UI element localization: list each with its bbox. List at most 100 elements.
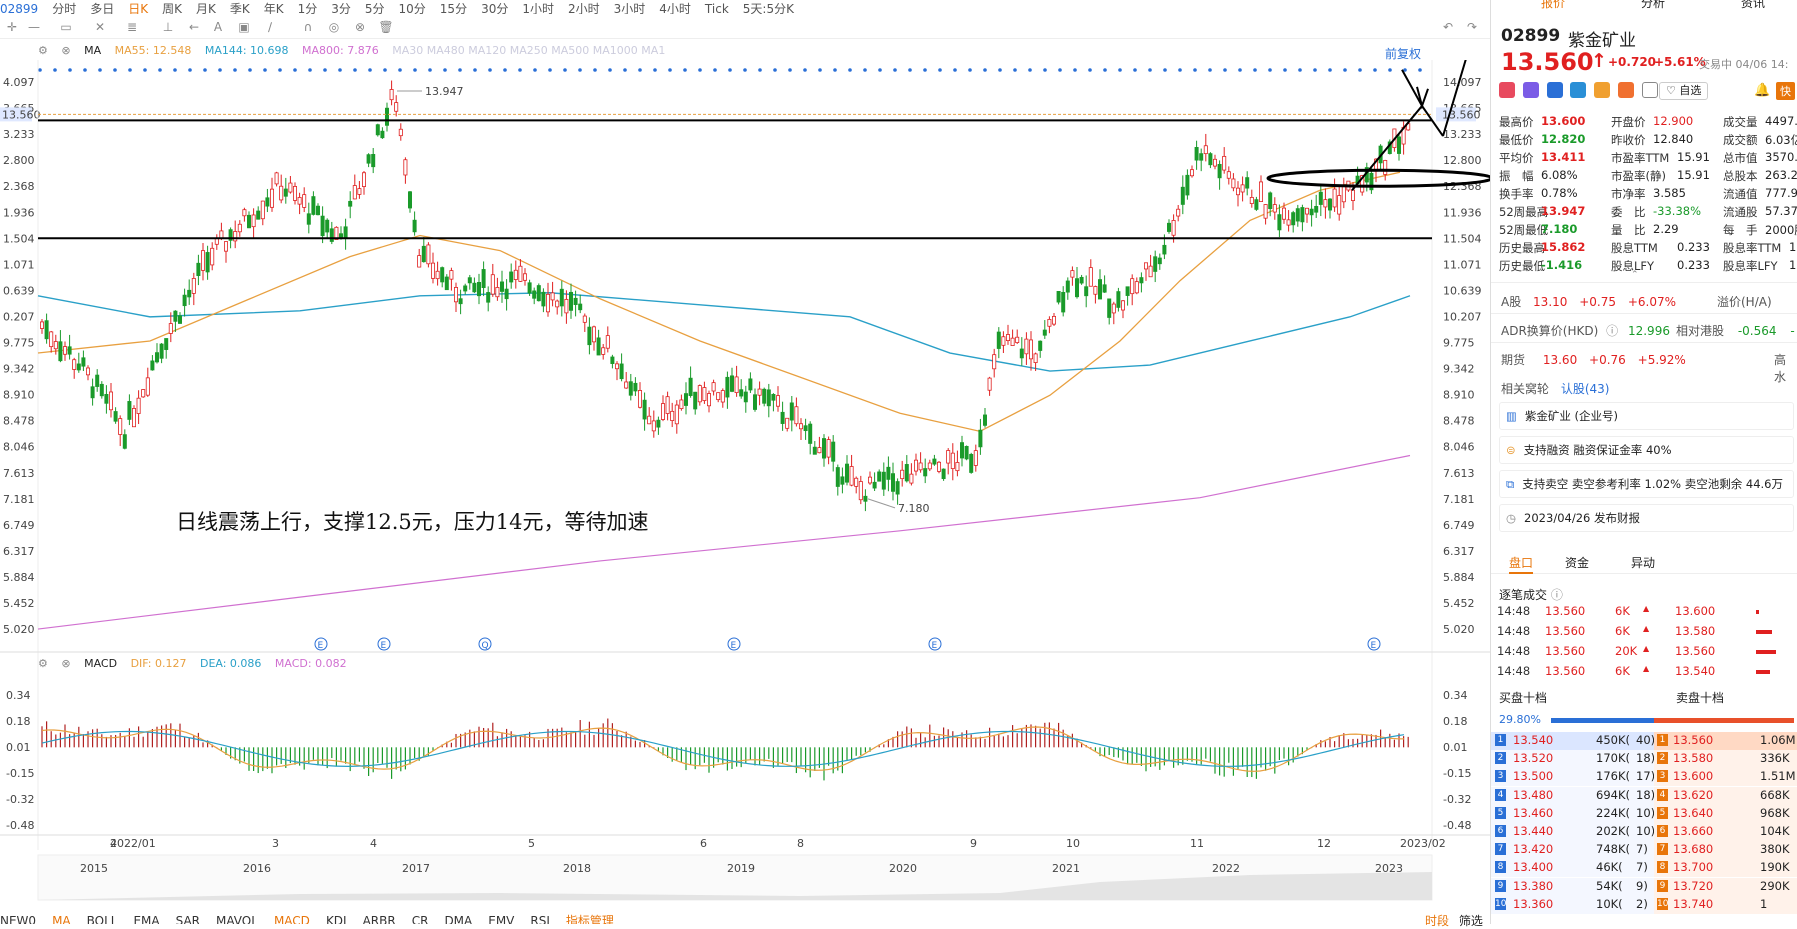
arrow-left-icon[interactable]: ← [186,19,202,35]
settings-icon[interactable]: ⚙ [38,44,48,57]
doc-icon[interactable] [1641,82,1658,98]
period-tab[interactable]: 1分 [298,2,318,14]
period-tab[interactable]: 30分 [481,2,508,14]
indicator-tab[interactable]: MACD [274,914,310,924]
indicator-tab[interactable]: SAR [176,914,200,924]
period-tab[interactable]: 2小时 [568,2,600,14]
period-tab[interactable]: 多日 [90,2,114,14]
lock-icon[interactable]: ⊗ [352,19,368,35]
period-tab[interactable]: 3分 [331,2,351,14]
period-tab[interactable]: 分时 [52,2,76,14]
period-tab[interactable]: 15分 [440,2,467,14]
eye-icon[interactable]: ◎ [326,19,342,35]
subtab-anomaly[interactable]: 异动 [1631,554,1655,571]
fast-trade-button[interactable]: 快 [1776,82,1795,100]
close-icon[interactable]: ⊗ [61,44,70,57]
rect-tool-icon[interactable]: ▭ [58,19,74,35]
futures-row[interactable]: 期货 13.60 +0.76 +5.92% [1501,351,1686,368]
tab-analysis[interactable]: 分析 [1641,0,1665,11]
indicator-tab[interactable]: BOLL [87,914,118,924]
comment-icon[interactable]: ▣ [236,19,252,35]
book-row[interactable]: 3 13.500 176K(17) 3 13.600 1.51M [1491,768,1797,787]
line-tool-icon[interactable]: — [26,19,42,35]
alert-icon[interactable] [1594,82,1611,98]
consolidation-ellipse[interactable] [1266,168,1490,188]
compare-icon[interactable] [1546,82,1563,98]
candle-body [210,247,215,266]
info-item[interactable]: ⊜ 支持融资 融资保证金率 40% [1499,436,1794,464]
period-tab[interactable]: Tick [705,2,729,14]
watchlist-button[interactable]: ♡ 自选 [1659,82,1709,100]
candle-body [1226,171,1231,179]
book-row[interactable]: 1 13.540 450K(40) 1 13.560 1.06M [1491,732,1797,750]
indicator-tab[interactable]: EMV [488,914,514,924]
indicator-tab[interactable]: 指标管理 [566,914,614,924]
ma-label[interactable]: MA [84,44,101,57]
related-warrant-link[interactable]: 认股(43) [1561,382,1610,396]
tab-news[interactable]: 资讯 [1741,0,1765,11]
period-tab[interactable]: 季K [230,2,250,14]
period-tab[interactable]: 周K [162,2,182,14]
ai-icon[interactable] [1522,82,1539,98]
bell-icon[interactable]: 🔔 [1754,83,1770,98]
book-row[interactable]: 6 13.440 202K(10) 6 13.660 104K [1491,823,1797,841]
indicator-tab[interactable]: EMA [133,914,159,924]
period-tab[interactable]: 日K [128,2,148,14]
pencil-icon[interactable]: ∕ [262,19,278,35]
flower-icon[interactable] [1499,82,1515,98]
period-tab[interactable]: 1小时 [522,2,554,14]
measure-icon[interactable]: ⊥ [160,19,176,35]
book-row[interactable]: 10 13.360 10K(2) 10 13.740 1 [1491,895,1797,914]
info-item[interactable]: ▥ 紫金矿业 (企业号) [1499,402,1794,430]
indicator-tab[interactable]: MA [52,914,71,924]
period-tab[interactable]: 4小时 [659,2,691,14]
redo-icon[interactable]: ↷ [1464,19,1480,35]
period-tab[interactable]: 5天:5分K [743,2,794,14]
chart-area[interactable]: 14.09713.66513.23312.80012.36811.93611.5… [0,60,1490,912]
info-icon[interactable]: ⓘ [1551,588,1563,602]
trash-icon[interactable]: 🗑 [378,19,394,35]
macd-label[interactable]: MACD [84,657,117,670]
info-item[interactable]: ◷ 2023/04/26 发布财报 [1499,504,1794,532]
indicator-tab[interactable]: ARBR [363,914,396,924]
period-tab[interactable]: 10分 [399,2,426,14]
magnet-icon[interactable]: ∩ [300,19,316,35]
indicator-tab[interactable]: RSI [530,914,550,924]
indicator-tab[interactable]: KDJ [326,914,347,924]
close-icon[interactable]: ⊗ [61,657,70,670]
indicator-tab[interactable]: DMA [444,914,472,924]
top-stock-code[interactable]: 02899 [0,2,38,14]
cross-tool-icon[interactable]: ✕ [92,19,108,35]
text-tool-icon[interactable]: A [210,19,226,35]
settings-icon[interactable]: ⚙ [38,657,48,670]
undo-icon[interactable]: ↶ [1440,19,1456,35]
book-row[interactable]: 4 13.480 694K(18) 4 13.620 668K [1491,786,1797,805]
book-row[interactable]: 5 13.460 224K(10) 5 13.640 968K [1491,804,1797,823]
subtab-book[interactable]: 盘口 [1509,554,1533,571]
tab-quote[interactable]: 报价 [1541,0,1565,11]
period-tab[interactable]: 月K [196,2,216,14]
book-row[interactable]: 9 13.380 54K(9) 9 13.720 290K [1491,877,1797,896]
fib-tool-icon[interactable]: ≣ [124,19,140,35]
book-row[interactable]: 2 13.520 170K(18) 2 13.580 336K [1491,750,1797,769]
collapse-icon[interactable]: ⌃ [1631,270,1639,280]
indicator-tab[interactable]: CR [412,914,429,924]
info-item[interactable]: ⧉ 支持卖空 卖空参考利率 1.02% 卖空池剩余 44.6万 [1499,470,1794,498]
screen-filter[interactable]: 筛选 [1459,914,1483,928]
period-filter[interactable]: 时段 [1425,914,1449,928]
book-row[interactable]: 7 13.420 748K(7) 7 13.680 380K [1491,841,1797,860]
indicator-tab[interactable]: NEW0 [0,914,36,924]
candle-body [1199,153,1204,161]
info-icon[interactable]: ⓘ [1606,324,1618,338]
a-share-row[interactable]: A股 13.10 +0.75 +6.07% [1501,293,1676,310]
note-icon[interactable] [1618,82,1635,98]
book-row[interactable]: 8 13.400 46K(7) 8 13.700 190K [1491,859,1797,878]
indicator-tab[interactable]: MAVOL [216,914,258,924]
candle-body [131,408,136,428]
period-tab[interactable]: 3小时 [614,2,646,14]
subtab-funds[interactable]: 资金 [1565,554,1589,571]
period-tab[interactable]: 5分 [365,2,385,14]
crosshair-icon[interactable]: ✛ [4,19,20,35]
period-tab[interactable]: 年K [264,2,284,14]
dollar-icon[interactable] [1570,82,1587,98]
